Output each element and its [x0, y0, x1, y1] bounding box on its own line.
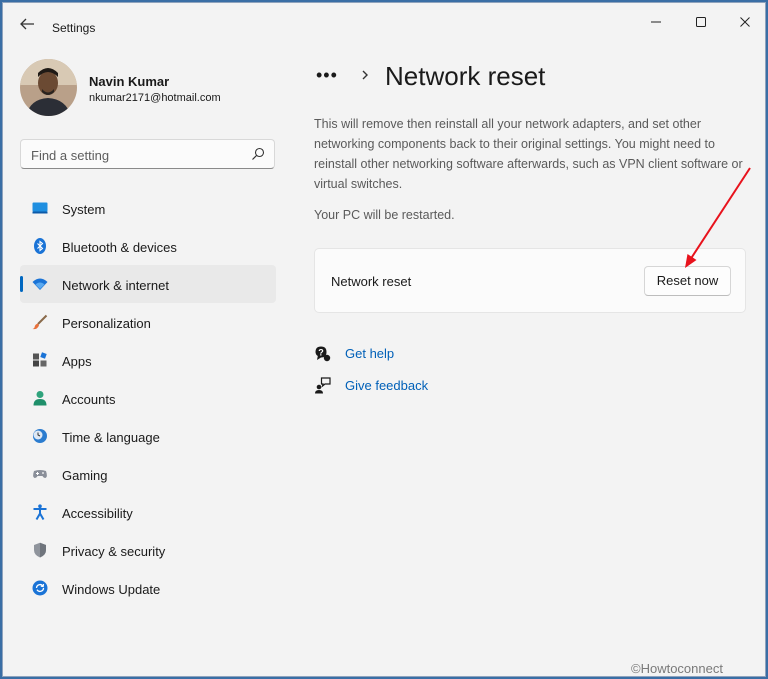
- sidebar-item-accounts[interactable]: Accounts: [20, 379, 276, 417]
- active-indicator: [20, 276, 23, 292]
- sidebar-item-privacy[interactable]: Privacy & security: [20, 531, 276, 569]
- sidebar-item-label: Time & language: [62, 430, 160, 445]
- clock-globe-icon: [33, 429, 47, 443]
- bluetooth-icon: [34, 238, 46, 254]
- maximize-icon: [696, 17, 706, 27]
- give-feedback-label: Give feedback: [345, 378, 429, 393]
- minimize-button[interactable]: [634, 9, 678, 35]
- annotation-arrow-icon: [685, 167, 751, 268]
- breadcrumb-more-button[interactable]: •••: [316, 65, 338, 86]
- feedback-icon: [315, 377, 331, 394]
- accessibility-icon: [33, 504, 47, 520]
- sidebar-item-label: Privacy & security: [62, 544, 166, 559]
- sidebar-item-label: Apps: [62, 354, 92, 369]
- watermark: ©Howtoconnect: [631, 661, 723, 676]
- wifi-icon: [32, 278, 48, 290]
- search-icon: [252, 147, 265, 160]
- app-title: Settings: [52, 21, 96, 35]
- sidebar-item-label: Accessibility: [62, 506, 133, 521]
- title-bar: Settings: [3, 3, 765, 43]
- maximize-button[interactable]: [679, 9, 723, 35]
- minimize-icon: [651, 21, 661, 23]
- sidebar-item-label: Personalization: [62, 316, 151, 331]
- system-icon: [32, 202, 48, 214]
- help-icon: ?: [315, 346, 331, 362]
- shield-icon: [34, 542, 46, 558]
- gamepad-icon: [33, 470, 47, 478]
- sidebar-item-bluetooth[interactable]: Bluetooth & devices: [20, 227, 276, 265]
- svg-text:?: ?: [318, 348, 324, 358]
- user-photo-icon: [20, 59, 77, 116]
- chevron-right-icon: [362, 70, 368, 80]
- sidebar-item-gaming[interactable]: Gaming: [20, 455, 276, 493]
- sidebar-item-windows-update[interactable]: Windows Update: [20, 569, 276, 607]
- person-icon: [33, 391, 47, 406]
- back-button[interactable]: [17, 16, 37, 32]
- get-help-label: Get help: [345, 346, 395, 361]
- sidebar-item-label: Gaming: [62, 468, 108, 483]
- sidebar-item-accessibility[interactable]: Accessibility: [20, 493, 276, 531]
- sidebar-item-personalization[interactable]: Personalization: [20, 303, 276, 341]
- sidebar-item-network[interactable]: Network & internet: [20, 265, 276, 303]
- restart-note: Your PC will be restarted.: [314, 208, 455, 222]
- search-placeholder: Find a setting: [31, 148, 110, 163]
- settings-window: Settings Navin Kumar nkumar2171@hotmail.…: [2, 2, 766, 677]
- sidebar-item-system[interactable]: System: [20, 189, 276, 227]
- sidebar-item-time-language[interactable]: Time & language: [20, 417, 276, 455]
- user-email: nkumar2171@hotmail.com: [89, 92, 221, 104]
- sidebar-item-label: Bluetooth & devices: [62, 240, 177, 255]
- apps-icon: [33, 352, 47, 367]
- sidebar-item-label: System: [62, 202, 106, 217]
- page-title: Network reset: [385, 61, 546, 91]
- update-icon: [32, 580, 48, 596]
- brush-icon: [32, 314, 48, 330]
- sidebar-item-label: Accounts: [62, 392, 116, 407]
- network-reset-label: Network reset: [331, 274, 412, 289]
- search-input[interactable]: Find a setting: [20, 139, 275, 169]
- avatar[interactable]: [20, 59, 77, 116]
- close-button[interactable]: [723, 9, 767, 35]
- sidebar-item-apps[interactable]: Apps: [20, 341, 276, 379]
- close-icon: [740, 17, 750, 27]
- user-name: Navin Kumar: [89, 74, 170, 89]
- back-arrow-icon: [20, 18, 34, 30]
- sidebar-nav: System Bluetooth & devices Network & int…: [20, 189, 276, 607]
- sidebar-item-label: Network & internet: [62, 278, 169, 293]
- sidebar-item-label: Windows Update: [62, 582, 161, 597]
